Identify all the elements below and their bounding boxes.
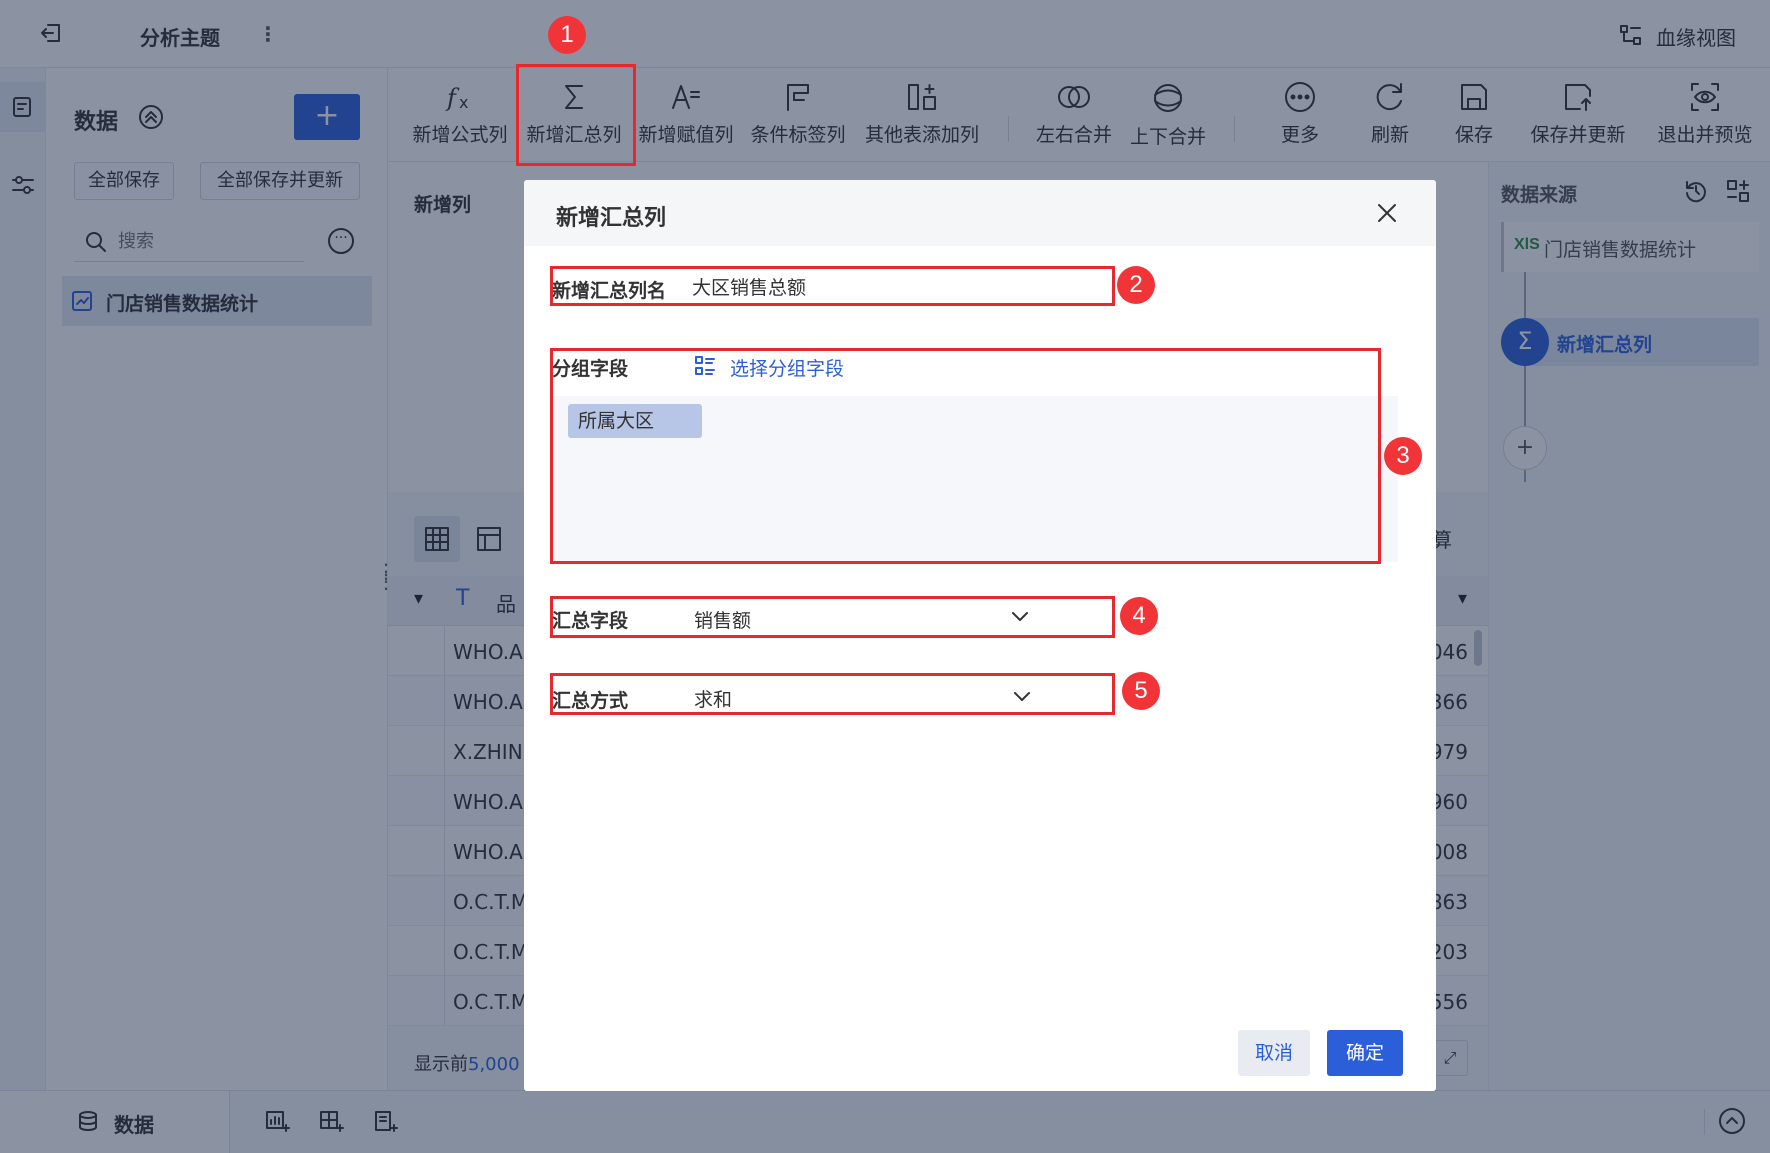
annotation-box-5 [550, 673, 1115, 715]
annotation-badge-2: 2 [1117, 266, 1155, 304]
annotation-badge-4: 4 [1120, 597, 1158, 635]
annotation-badge-3: 3 [1384, 437, 1422, 475]
annotation-box-1 [516, 64, 636, 166]
annotation-box-3 [550, 348, 1381, 564]
dialog-header: 新增汇总列 [524, 180, 1436, 246]
confirm-button[interactable]: 确定 [1327, 1030, 1403, 1076]
cancel-button[interactable]: 取消 [1238, 1030, 1310, 1076]
annotation-badge-5: 5 [1122, 672, 1160, 710]
annotation-badge-1: 1 [548, 16, 586, 54]
dialog-title: 新增汇总列 [556, 206, 667, 231]
close-icon[interactable] [1376, 202, 1398, 224]
annotation-box-2 [550, 266, 1115, 306]
annotation-box-4 [550, 596, 1115, 638]
